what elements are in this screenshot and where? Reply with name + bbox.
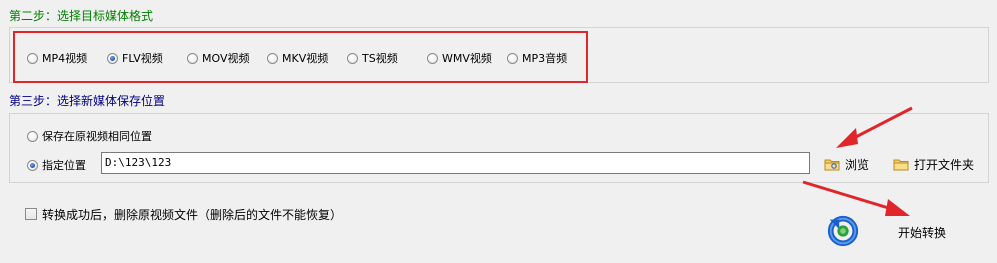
format-option-mp4[interactable]: MP4视频 xyxy=(27,50,87,66)
browse-folder-icon xyxy=(824,159,840,171)
browse-label: 浏览 xyxy=(845,158,870,172)
format-label: MKV视频 xyxy=(282,52,329,65)
save-path-input[interactable]: D:\123\123 xyxy=(101,152,810,174)
radio-mkv[interactable] xyxy=(267,52,278,64)
radio-same-location[interactable] xyxy=(27,130,38,142)
step2-title: 第二步：选择目标媒体格式 xyxy=(9,9,154,23)
custom-location-option[interactable]: 指定位置 xyxy=(27,157,86,173)
format-option-wmv[interactable]: WMV视频 xyxy=(427,50,492,66)
open-folder-button[interactable]: 打开文件夹 xyxy=(893,156,974,173)
step3-title: 第三步：选择新媒体保存位置 xyxy=(9,94,166,108)
format-label: MOV视频 xyxy=(202,52,250,65)
refresh-icon xyxy=(827,215,859,247)
folder-icon xyxy=(893,159,909,171)
format-label: MP3音频 xyxy=(522,52,568,65)
radio-ts[interactable] xyxy=(347,52,358,64)
start-convert-button[interactable]: 开始转换 xyxy=(826,213,976,253)
radio-custom-location[interactable] xyxy=(27,159,38,171)
format-option-mov[interactable]: MOV视频 xyxy=(187,50,249,66)
open-folder-label: 打开文件夹 xyxy=(914,158,975,172)
format-label: TS视频 xyxy=(362,52,398,65)
radio-mp3[interactable] xyxy=(507,52,518,64)
format-label: MP4视频 xyxy=(42,52,88,65)
radio-mov[interactable] xyxy=(187,52,198,64)
same-location-label: 保存在原视频相同位置 xyxy=(42,130,152,143)
browse-button[interactable]: 浏览 xyxy=(824,156,869,173)
format-option-ts[interactable]: TS视频 xyxy=(347,50,398,66)
format-option-mkv[interactable]: MKV视频 xyxy=(267,50,328,66)
start-convert-label: 开始转换 xyxy=(898,226,947,240)
delete-source-label: 转换成功后，删除原视频文件（删除后的文件不能恢复） xyxy=(42,208,343,222)
custom-location-label: 指定位置 xyxy=(42,159,86,172)
radio-wmv[interactable] xyxy=(427,52,438,64)
format-option-flv[interactable]: FLV视频 xyxy=(107,50,163,66)
format-label: FLV视频 xyxy=(122,52,163,65)
same-location-option[interactable]: 保存在原视频相同位置 xyxy=(27,128,152,144)
radio-mp4[interactable] xyxy=(27,52,38,64)
radio-flv[interactable] xyxy=(107,52,118,64)
delete-source-checkbox[interactable] xyxy=(25,208,37,220)
format-option-mp3[interactable]: MP3音频 xyxy=(507,50,567,66)
format-label: WMV视频 xyxy=(442,52,492,65)
